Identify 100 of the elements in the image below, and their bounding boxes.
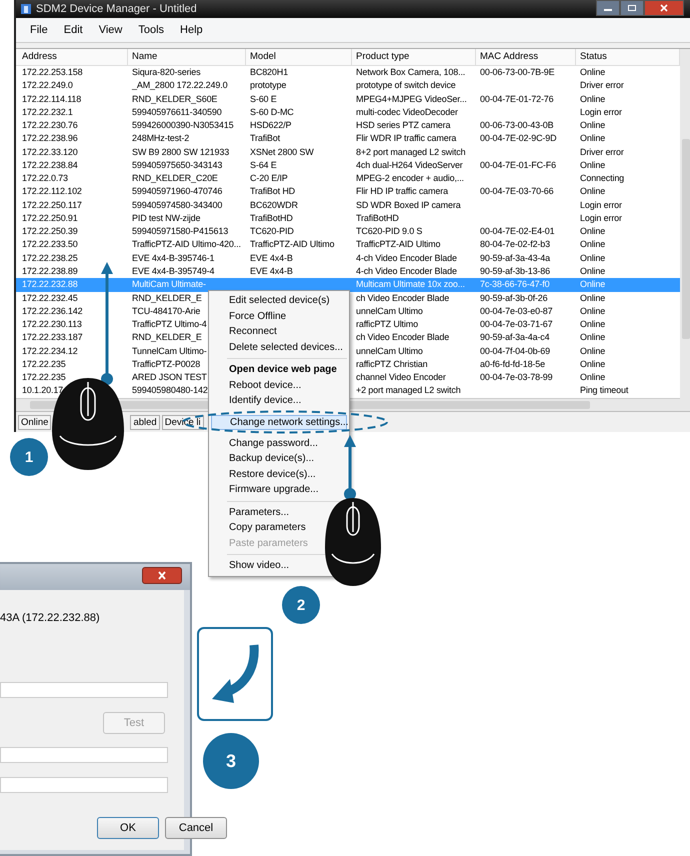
input-field[interactable] <box>0 682 168 698</box>
table-cell: 172.22.250.91 <box>22 212 78 223</box>
table-cell: 80-04-7e-02-f2-b3 <box>480 239 550 250</box>
table-cell: 90-59-af-3a-43-4a <box>480 252 550 263</box>
status-tab[interactable]: Device li <box>162 414 204 430</box>
table-cell: Online <box>580 252 606 263</box>
table-cell: TrafiBot <box>250 133 280 144</box>
table-cell: Multicam Ultimate 10x zoo... <box>356 279 465 290</box>
close-button[interactable] <box>644 0 684 16</box>
table-cell: 172.22.0.73 <box>22 173 68 184</box>
menu-item[interactable]: Force Offline <box>229 308 286 324</box>
table-cell: 00-04-7e-03-e0-87 <box>480 306 552 316</box>
menu-item[interactable]: Open device web page <box>229 362 337 378</box>
close-button[interactable] <box>142 567 182 584</box>
table-cell: EVE 4x4-B <box>250 252 293 263</box>
table-cell: 599405971960-470746 <box>132 186 222 196</box>
table-cell: EVE 4x4-B-395749-4 <box>132 266 214 276</box>
table-cell: 172.22.232.88 <box>22 279 78 290</box>
table-cell: 172.22.232.45 <box>22 292 78 303</box>
table-cell: 599405980480-142 <box>132 385 208 396</box>
menu-item[interactable]: Identify device... <box>229 393 302 408</box>
menu-item[interactable]: Show video... <box>229 558 290 574</box>
menu-item[interactable]: Delete selected devices... <box>229 340 343 355</box>
table-cell: Online <box>580 279 606 290</box>
table-cell: TrafficPTZ-P0028 <box>132 358 200 369</box>
table-cell: Flir WDR IP traffic camera <box>356 133 456 144</box>
table-cell: Network Box Camera, 108... <box>356 67 466 77</box>
table-cell: unnelCam Ultimo <box>356 306 423 316</box>
table-cell: TunnelCam Ultimo- <box>132 346 207 356</box>
menu-item[interactable]: Help <box>172 24 211 36</box>
table-cell: 90-59-af-3b-13-86 <box>480 266 550 276</box>
minimize-button[interactable] <box>596 0 620 16</box>
table-cell: 172.22.235 <box>22 358 66 369</box>
table-cell: TrafficPTZ-AID Ultimo <box>250 239 334 250</box>
table-cell: 00-04-7E-02-9C-9D <box>480 133 556 144</box>
table-cell: 172.22.112.102 <box>22 186 82 196</box>
table-cell: MultiCam Ultimate- <box>132 279 206 290</box>
column-header[interactable]: MAC Address <box>476 49 576 65</box>
table-cell: a0-f6-fd-fd-18-5e <box>480 358 545 369</box>
table-cell: 599426000390-N3053415 <box>132 120 234 130</box>
input-field[interactable] <box>0 777 168 793</box>
column-header[interactable]: Address <box>16 49 128 65</box>
status-tab[interactable]: abled <box>130 414 160 430</box>
table-cell: rafficPTZ Christian <box>356 358 428 369</box>
app-icon <box>20 3 32 15</box>
table-cell: 00-06-73-00-43-0B <box>480 120 554 130</box>
table-cell: 248MHz-test-2 <box>132 133 190 144</box>
table-cell: rafficPTZ Ultimo <box>356 319 418 330</box>
menu-item[interactable]: File <box>22 24 56 36</box>
table-cell: Online <box>580 266 606 276</box>
menu-item[interactable]: Restore device(s)... <box>229 466 316 482</box>
column-header[interactable]: Model <box>246 49 352 65</box>
maximize-button[interactable] <box>620 0 644 16</box>
table-cell: 599405976611-340590 <box>132 106 222 117</box>
table-cell: EVE 4x4-B-395746-1 <box>132 252 214 263</box>
menu-item[interactable]: Change network settings... <box>211 414 347 430</box>
input-field[interactable] <box>0 747 168 763</box>
table-cell: 8+2 port managed L2 switch <box>356 146 466 157</box>
menu-item[interactable]: Edit <box>56 24 91 36</box>
table-cell: SW B9 2800 SW 121933 <box>132 146 230 157</box>
table-cell: 10.1.20.17 <box>22 385 64 396</box>
table-cell: MPEG-2 encoder + audio,... <box>356 173 464 184</box>
table-cell: SD WDR Boxed IP camera <box>356 200 461 210</box>
table-cell: Driver error <box>580 80 624 90</box>
table-cell: RND_KELDER_S60E <box>132 94 218 104</box>
column-header[interactable]: Name <box>128 49 246 65</box>
table-cell: Online <box>580 346 606 356</box>
step-number: 3 <box>203 733 259 789</box>
menu-item[interactable]: Firmware upgrade... <box>229 482 318 498</box>
table-cell: RND_KELDER_E <box>132 332 202 342</box>
menu-item[interactable]: View <box>90 24 130 36</box>
column-header[interactable]: Product type <box>352 49 476 65</box>
status-tab[interactable]: Online <box>18 414 52 430</box>
table-cell: ch Video Encoder Blade <box>356 292 450 303</box>
table-cell: Login error <box>580 212 622 223</box>
menu-item[interactable]: Backup device(s)... <box>229 451 314 466</box>
menu-item[interactable]: Edit selected device(s) <box>229 293 330 308</box>
table-cell: BC820H1 <box>250 67 288 77</box>
menu-item[interactable]: Copy parameters <box>229 520 306 536</box>
table-cell: BC620WDR <box>250 200 298 210</box>
dialog-button[interactable]: OK <box>97 817 159 839</box>
menu-item[interactable]: Tools <box>130 24 172 36</box>
close-icon <box>659 4 669 12</box>
up-arrow <box>343 435 357 501</box>
table-cell: 00-04-7E-03-70-66 <box>480 186 554 196</box>
dialog-button[interactable]: Cancel <box>165 817 227 839</box>
menu-item[interactable]: Parameters... <box>229 504 290 520</box>
table-cell: 172.22.238.96 <box>22 133 78 144</box>
table-cell: 4-ch Video Encoder Blade <box>356 266 457 276</box>
table-cell: 172.22.233.187 <box>22 332 82 342</box>
menu-item[interactable]: Reconnect <box>229 324 277 340</box>
table-cell: Online <box>580 186 606 196</box>
table-cell: TC620-PID 9.0 S <box>356 226 422 236</box>
vertical-scrollbar[interactable] <box>680 49 690 411</box>
table-cell: 172.22.238.25 <box>22 252 78 263</box>
table-cell: Ping timeout <box>580 385 628 396</box>
menu-item[interactable]: Change password... <box>229 436 318 451</box>
table-cell: _AM_2800 172.22.249.0 <box>132 80 228 90</box>
table-cell: 599405974580-343400 <box>132 200 222 210</box>
menu-item[interactable]: Reboot device... <box>229 378 302 393</box>
